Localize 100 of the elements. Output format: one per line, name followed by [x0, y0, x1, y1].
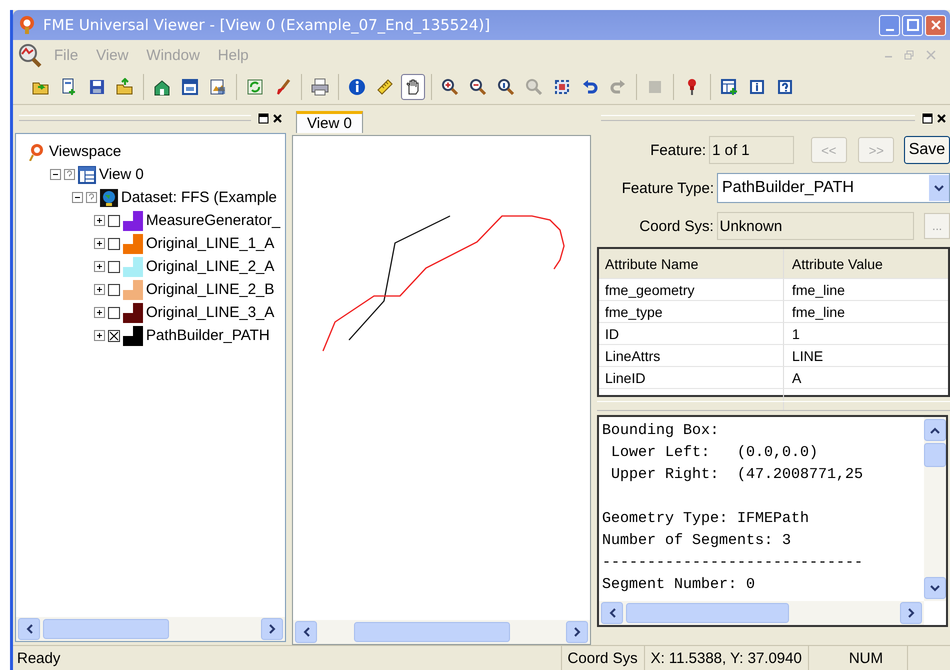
expand-icon[interactable] — [94, 284, 105, 295]
magnifier-icon[interactable] — [497, 78, 515, 96]
minimize-button[interactable] — [879, 14, 900, 36]
scroll-left-button[interactable] — [18, 618, 40, 640]
close-button[interactable] — [925, 14, 946, 36]
zoom-out-icon[interactable] — [469, 78, 487, 96]
feature-field[interactable]: 1 of 1 — [709, 136, 794, 164]
chevron-left-icon — [26, 624, 32, 634]
save-button[interactable]: Save — [904, 136, 950, 164]
field-label: Feature Type: — [620, 180, 714, 196]
close-icon[interactable] — [936, 112, 947, 124]
info-line: ----------------------------- — [602, 553, 864, 573]
collapse-icon[interactable] — [50, 169, 61, 180]
window-icon[interactable] — [181, 78, 199, 96]
globe-icon — [100, 188, 118, 206]
table-cell: fme_geometry — [599, 279, 784, 300]
refresh-icon[interactable] — [246, 78, 264, 96]
folder-icon[interactable] — [116, 78, 134, 96]
house-icon[interactable] — [153, 78, 171, 96]
scroll-right-button[interactable] — [566, 621, 588, 643]
checkbox[interactable] — [108, 214, 120, 226]
scrollbar-thumb[interactable] — [43, 619, 169, 639]
info-line: Segment Number: 0 — [602, 575, 756, 595]
tree-item[interactable]: Dataset: FFS (Example — [121, 189, 277, 206]
table-add-icon[interactable] — [720, 78, 738, 96]
zoom-in-icon[interactable] — [441, 78, 459, 96]
scroll-down-button[interactable] — [924, 577, 946, 599]
tree-item[interactable]: Viewspace — [49, 143, 122, 160]
expand-icon[interactable] — [94, 238, 105, 249]
restore-icon[interactable] — [258, 112, 270, 124]
scroll-right-button[interactable] — [261, 618, 284, 640]
info-panel-icon[interactable] — [748, 78, 766, 96]
save-icon[interactable] — [88, 78, 106, 96]
scrollbar-thumb[interactable] — [354, 622, 510, 642]
checkbox[interactable] — [108, 284, 120, 296]
chevron-left-icon — [302, 627, 310, 637]
table-cell-text: fme_line — [791, 302, 846, 322]
scroll-right-button[interactable] — [900, 602, 922, 624]
tree-item[interactable]: Original_LINE_1_A — [146, 235, 274, 252]
view-tab[interactable]: View 0 — [296, 111, 363, 133]
help-icon[interactable] — [776, 78, 794, 96]
feature-type-dropdown[interactable]: PathBuilder_PATH — [717, 173, 950, 203]
table-cell: LineID — [599, 367, 784, 388]
table-cell: fme_type — [599, 301, 784, 322]
chevron-up-icon — [930, 426, 940, 434]
coordinates-readout: X: 11.5388, Y: 37.0940 — [644, 646, 808, 670]
ruler-icon[interactable] — [376, 78, 394, 96]
document-add-icon[interactable] — [60, 78, 78, 96]
status-message: Ready — [16, 650, 62, 666]
scroll-left-button[interactable] — [601, 602, 623, 624]
column-header[interactable]: Attribute Name — [599, 249, 784, 278]
expand-icon[interactable] — [94, 307, 105, 318]
scroll-up-button[interactable] — [924, 419, 946, 441]
expand-icon[interactable] — [94, 215, 105, 226]
checkbox[interactable] — [108, 306, 120, 318]
scrollbar-thumb[interactable] — [924, 443, 946, 467]
maximize-button[interactable] — [902, 14, 923, 36]
checkbox[interactable] — [108, 238, 120, 250]
tree-item[interactable]: Original_LINE_3_A — [146, 304, 274, 321]
chevron-down-icon — [930, 584, 940, 592]
tree-item[interactable]: Original_LINE_2_A — [146, 258, 274, 275]
tree-item[interactable]: MeasureGenerator_ — [146, 212, 280, 229]
view-icon — [78, 166, 96, 184]
field-label: Coord Sys: — [638, 218, 714, 234]
chevron-left-icon — [608, 608, 616, 618]
app-logo-icon — [17, 15, 37, 35]
field-label: Feature: — [649, 142, 706, 158]
printer-icon[interactable] — [311, 78, 329, 96]
num-lock-indicator: NUM — [808, 646, 907, 670]
tree-item[interactable]: PathBuilder_PATH — [146, 327, 270, 344]
chevron-right-icon — [908, 608, 914, 618]
info-icon[interactable] — [348, 78, 366, 96]
image-icon[interactable] — [209, 78, 227, 96]
undo-icon[interactable] — [581, 78, 599, 96]
checkbox[interactable] — [108, 260, 120, 272]
collapse-icon[interactable] — [72, 192, 83, 203]
viewspace-icon — [28, 142, 46, 160]
zoom-extent-icon[interactable] — [553, 78, 571, 96]
table-cell-text: LINE — [791, 346, 824, 366]
magnifier-logo-icon — [17, 42, 43, 68]
unknown-state-icon — [86, 192, 97, 203]
expand-icon[interactable] — [94, 261, 105, 272]
checkbox[interactable] — [108, 330, 120, 342]
chevron-right-icon — [268, 624, 276, 634]
chevron-right-icon — [574, 627, 580, 637]
expand-icon[interactable] — [94, 330, 105, 341]
restore-icon[interactable] — [922, 112, 933, 124]
coord-sys-field[interactable]: Unknown — [716, 212, 914, 240]
table-cell: LineAttrs — [599, 345, 784, 366]
info-line: Upper Right: (47.2008771,25 — [610, 465, 864, 485]
scrollbar-thumb[interactable] — [626, 603, 790, 623]
column-header[interactable]: Attribute Value — [784, 249, 948, 278]
close-icon[interactable] — [272, 112, 284, 124]
window-title: FME Universal Viewer - [View 0 (Example_07_End_135524)] — [43, 16, 492, 34]
info-line: Geometry Type: IFMEPath — [602, 509, 810, 529]
tree-item[interactable]: View 0 — [99, 166, 144, 183]
tree-item[interactable]: Original_LINE_2_B — [146, 281, 274, 298]
brush-icon[interactable] — [274, 78, 292, 96]
status-label: Coord Sys — [560, 646, 644, 670]
scroll-left-button[interactable] — [295, 621, 318, 643]
